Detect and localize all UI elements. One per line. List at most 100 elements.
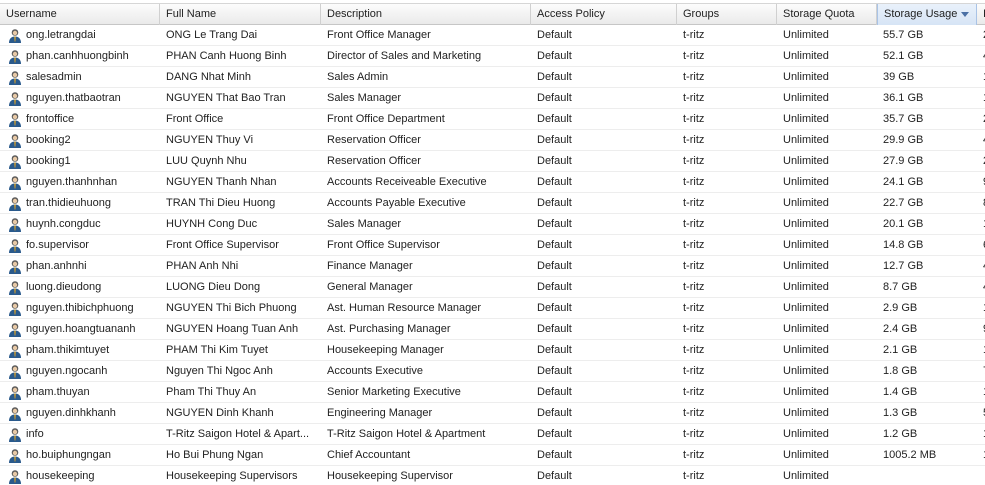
cell-next: 2: [977, 25, 985, 45]
cell-username: pham.thuyan: [26, 386, 90, 398]
cell-storage-quota: Unlimited: [783, 29, 829, 41]
table-row[interactable]: nguyen.thibichphuong NGUYEN Thi Bich Phuo…: [0, 298, 985, 319]
cell-storage-usage: 52.1 GB: [883, 50, 924, 62]
cell-username: info: [26, 428, 44, 440]
column-header-full-name[interactable]: Full Name: [160, 4, 321, 25]
table-row[interactable]: housekeeping Housekeeping Supervisors Hous…: [0, 466, 985, 485]
cell-description: Finance Manager: [327, 260, 413, 272]
table-row[interactable]: pham.thuyan Pham Thi Thuy An Senior Market…: [0, 382, 985, 403]
cell-access-policy: Default: [537, 302, 572, 314]
cell-username: frontoffice: [26, 113, 75, 125]
cell-username: tran.thidieuhuong: [26, 197, 112, 209]
cell-storage-usage: 29.9 GB: [883, 134, 924, 146]
cell-storage-usage: 12.7 GB: [883, 260, 924, 272]
cell-storage-quota: Unlimited: [783, 239, 829, 251]
cell-full-name: Front Office: [166, 113, 224, 125]
cell-access-policy: Default: [537, 260, 572, 272]
cell-storage-usage: 2.4 GB: [883, 323, 918, 335]
table-row[interactable]: salesadmin DANG Nhat Minh Sales Admin Defau…: [0, 67, 985, 88]
cell-next: 6: [977, 235, 985, 255]
column-header-storage-quota[interactable]: Storage Quota: [777, 4, 877, 25]
cell-username: booking1: [26, 155, 71, 167]
table-row[interactable]: huynh.congduc HUYNH Cong Duc Sales Manager…: [0, 214, 985, 235]
column-header-description[interactable]: Description: [321, 4, 531, 25]
cell-storage-quota: Unlimited: [783, 134, 829, 146]
cell-storage-quota: Unlimited: [783, 386, 829, 398]
cell-groups: t-ritz: [683, 155, 705, 167]
column-header-label: Description: [327, 8, 383, 20]
cell-description: Chief Accountant: [327, 449, 411, 461]
table-row[interactable]: phan.anhnhi PHAN Anh Nhi Finance Manager De…: [0, 256, 985, 277]
cell-next: 2: [977, 151, 985, 171]
cell-storage-usage: 35.7 GB: [883, 113, 924, 125]
column-header-next[interactable]: I: [977, 4, 985, 25]
cell-description: Accounts Payable Executive: [327, 197, 466, 209]
cell-storage-usage: 1.4 GB: [883, 386, 918, 398]
cell-description: Accounts Executive: [327, 365, 423, 377]
cell-description: Front Office Department: [327, 113, 445, 125]
cell-storage-quota: Unlimited: [783, 176, 829, 188]
cell-access-policy: Default: [537, 281, 572, 293]
cell-groups: t-ritz: [683, 428, 705, 440]
cell-description: Sales Manager: [327, 218, 401, 230]
table-row[interactable]: phan.canhhuongbinh PHAN Canh Huong Binh Di…: [0, 46, 985, 67]
cell-next: 1: [977, 382, 985, 402]
table-row[interactable]: booking1 LUU Quynh Nhu Reservation Officer…: [0, 151, 985, 172]
table-row[interactable]: ong.letrangdai ONG Le Trang Dai Front Offi…: [0, 25, 985, 46]
cell-groups: t-ritz: [683, 92, 705, 104]
cell-username: housekeeping: [26, 470, 95, 482]
table-row[interactable]: nguyen.dinhkhanh NGUYEN Dinh Khanh Enginee…: [0, 403, 985, 424]
cell-groups: t-ritz: [683, 134, 705, 146]
cell-full-name: HUYNH Cong Duc: [166, 218, 258, 230]
cell-next: 1: [977, 340, 985, 360]
column-header-username[interactable]: Username: [0, 4, 160, 25]
cell-groups: t-ritz: [683, 302, 705, 314]
column-header-groups[interactable]: Groups: [677, 4, 777, 25]
table-row[interactable]: nguyen.ngocanh Nguyen Thi Ngoc Anh Account…: [0, 361, 985, 382]
cell-groups: t-ritz: [683, 239, 705, 251]
cell-description: Sales Manager: [327, 92, 401, 104]
cell-username: nguyen.dinhkhanh: [26, 407, 116, 419]
cell-storage-usage: 1.3 GB: [883, 407, 918, 419]
column-header-label: Storage Usage: [884, 8, 958, 20]
cell-next: 1: [977, 88, 985, 108]
cell-groups: t-ritz: [683, 449, 705, 461]
cell-storage-quota: Unlimited: [783, 365, 829, 377]
table-row[interactable]: nguyen.hoangtuananh NGUYEN Hoang Tuan Anh…: [0, 319, 985, 340]
cell-next: 9: [977, 319, 985, 339]
table-row[interactable]: nguyen.thanhnhan NGUYEN Thanh Nhan Account…: [0, 172, 985, 193]
cell-description: Ast. Purchasing Manager: [327, 323, 451, 335]
table-row[interactable]: tran.thidieuhuong TRAN Thi Dieu Huong Acco…: [0, 193, 985, 214]
table-row[interactable]: ho.buiphungngan Ho Bui Phung Ngan Chief Ac…: [0, 445, 985, 466]
cell-username: nguyen.thibichphuong: [26, 302, 134, 314]
cell-full-name: PHAN Canh Huong Binh: [166, 50, 287, 62]
column-header-label: Storage Quota: [783, 8, 855, 20]
table-row[interactable]: luong.dieudong LUONG Dieu Dong General Man…: [0, 277, 985, 298]
cell-next: 4: [977, 277, 985, 297]
cell-username: nguyen.thatbaotran: [26, 92, 121, 104]
cell-description: Sales Admin: [327, 71, 389, 83]
cell-full-name: Nguyen Thi Ngoc Anh: [166, 365, 273, 377]
table-row[interactable]: frontoffice Front Office Front Office Depa…: [0, 109, 985, 130]
cell-description: Director of Sales and Marketing: [327, 50, 482, 62]
cell-username: fo.supervisor: [26, 239, 89, 251]
table-row[interactable]: nguyen.thatbaotran NGUYEN That Bao Tran Sa…: [0, 88, 985, 109]
cell-storage-usage: 20.1 GB: [883, 218, 924, 230]
table-row[interactable]: pham.thikimtuyet PHAM Thi Kim Tuyet Housek…: [0, 340, 985, 361]
table-row[interactable]: fo.supervisor Front Office Supervisor Fron…: [0, 235, 985, 256]
column-header-access-policy[interactable]: Access Policy: [531, 4, 677, 25]
table-row[interactable]: booking2 NGUYEN Thuy Vi Reservation Office…: [0, 130, 985, 151]
cell-full-name: LUU Quynh Nhu: [166, 155, 247, 167]
table-row[interactable]: info T-Ritz Saigon Hotel & Apart... T-Ritz…: [0, 424, 985, 445]
cell-storage-usage: 55.7 GB: [883, 29, 924, 41]
cell-next: 8: [977, 193, 985, 213]
cell-username: luong.dieudong: [26, 281, 102, 293]
column-header-label: Groups: [683, 8, 720, 20]
cell-access-policy: Default: [537, 218, 572, 230]
column-header-label: Username: [6, 8, 57, 20]
cell-access-policy: Default: [537, 197, 572, 209]
column-header-storage-usage[interactable]: Storage Usage: [877, 4, 977, 25]
cell-storage-quota: Unlimited: [783, 50, 829, 62]
cell-access-policy: Default: [537, 239, 572, 251]
cell-access-policy: Default: [537, 407, 572, 419]
